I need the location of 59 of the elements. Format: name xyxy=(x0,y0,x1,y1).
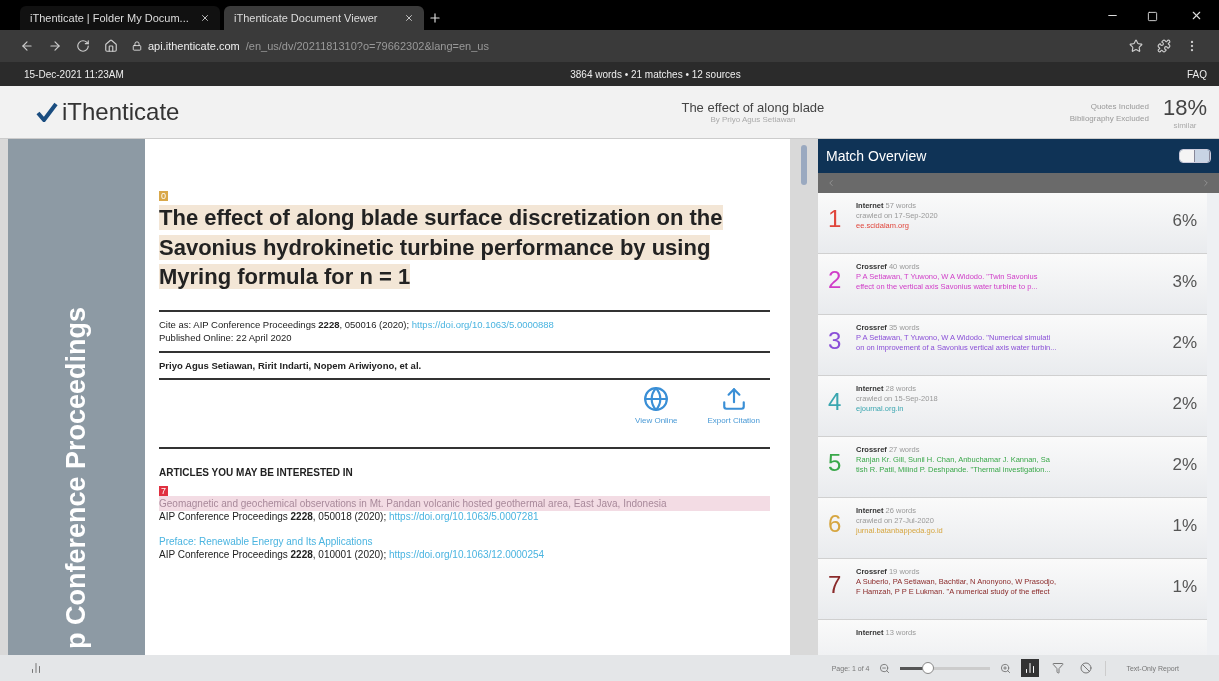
home-icon[interactable] xyxy=(104,39,118,53)
match-number: 3 xyxy=(828,329,843,353)
filter-text: Quotes Included xyxy=(1090,101,1149,111)
logo: iThenticate xyxy=(36,98,436,126)
filter-icon xyxy=(1052,662,1065,674)
zoom-out-icon[interactable] xyxy=(879,662,891,674)
close-icon[interactable] xyxy=(404,13,414,23)
match-number: 6 xyxy=(828,512,843,536)
banner-text: p Conference Proceedings xyxy=(61,306,92,651)
new-tab-icon[interactable] xyxy=(428,11,442,25)
zoom-in-icon[interactable] xyxy=(1000,662,1012,674)
similarity-score: 18% xyxy=(1162,94,1207,121)
match-percent: 3% xyxy=(1172,272,1197,292)
close-icon[interactable] xyxy=(1190,9,1203,22)
match-number: 1 xyxy=(828,207,843,231)
article-title: The effect of along blade surface discretization on the Savonius hydrokinetic turbine performance by using Myring formula for n = 1 xyxy=(159,204,724,292)
filter-text: Bibliography Excluded xyxy=(1069,113,1149,123)
ban-icon xyxy=(1080,662,1093,674)
reference-text: AIP Conference Proceedings 2228, 010001 (2020); https://doi.org/10.1063/12.0000254 xyxy=(159,548,546,560)
reference-text: AIP Conference Proceedings 2228, 050018 (2020); https://doi.org/10.1063/5.0007281 xyxy=(159,510,540,522)
upload-icon xyxy=(720,385,747,412)
match-number: 7 xyxy=(828,573,843,597)
author-text: By Priyo Agus Setiawan xyxy=(710,115,796,124)
match-view-button[interactable] xyxy=(1021,659,1040,677)
summary-text: 3864 words • 21 matches • 12 sources xyxy=(570,68,741,80)
match-number: 2 xyxy=(828,268,843,292)
close-icon[interactable] xyxy=(200,13,210,23)
match-percent: 2% xyxy=(1172,394,1197,414)
chart-icon xyxy=(1024,662,1037,674)
citation-text: Cite as: AIP Conference Proceedings 2228, 050016 (2020); https://doi.org/10.1063/5.0000888 Published Online: 22 April 2020 xyxy=(159,318,555,346)
document-title: The effect of along blade xyxy=(681,100,825,115)
star-icon[interactable] xyxy=(1129,39,1143,53)
scrollbar-thumb[interactable] xyxy=(801,145,807,185)
reload-icon[interactable] xyxy=(76,39,90,53)
lock-icon xyxy=(132,41,142,51)
match-number: 5 xyxy=(828,451,843,475)
section-heading: ARTICLES YOU MAY BE INTERESTED IN xyxy=(159,466,354,478)
date-text: 15-Dec-2021 11:23AM xyxy=(24,68,124,80)
browser-tab[interactable]: iThenticate | Folder My Docum... xyxy=(20,6,220,30)
score-label: similar xyxy=(1173,120,1197,130)
view-mode-button[interactable] xyxy=(1180,150,1195,162)
faq-link[interactable]: FAQ xyxy=(1186,68,1207,80)
authors-text: Priyo Agus Setiawan, Ririt Indarti, Nopem Ariwiyono, et al. xyxy=(159,358,423,373)
chart-icon[interactable] xyxy=(30,662,42,674)
match-percent: 2% xyxy=(1172,333,1197,353)
match-percent: 2% xyxy=(1172,455,1197,475)
maximize-icon[interactable] xyxy=(1147,11,1158,22)
panel-title: Match Overview xyxy=(826,148,927,164)
forward-icon[interactable] xyxy=(48,39,62,53)
match-percent: 1% xyxy=(1172,577,1197,597)
match-number: 4 xyxy=(828,390,843,414)
match-percent: 6% xyxy=(1172,211,1197,231)
match-percent: 1% xyxy=(1172,516,1197,536)
globe-icon xyxy=(643,385,670,412)
check-icon xyxy=(36,102,58,122)
browser-tab[interactable]: iThenticate Document Viewer xyxy=(224,6,424,30)
match-marker[interactable]: 7 xyxy=(159,485,168,496)
extension-icon[interactable] xyxy=(1157,39,1171,53)
back-icon[interactable] xyxy=(20,39,34,53)
